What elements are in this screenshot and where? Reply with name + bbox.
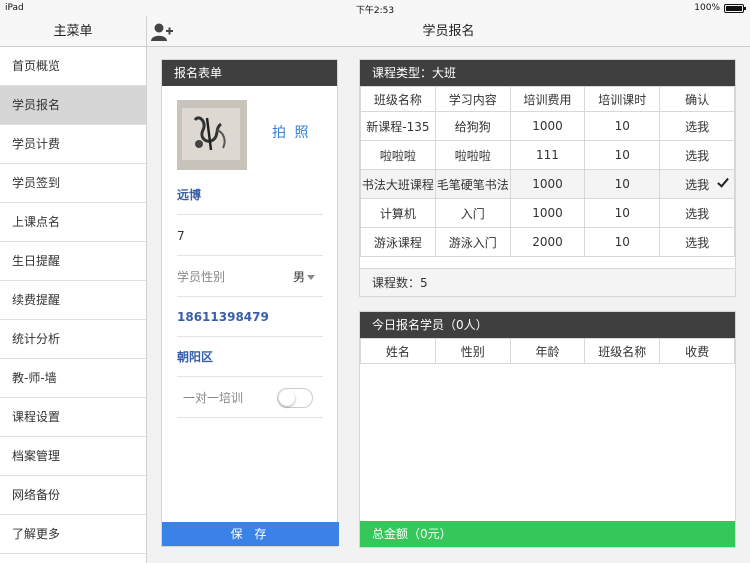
one-on-one-toggle[interactable] [277, 388, 313, 408]
form-header: 报名表单 [162, 60, 337, 86]
select-button[interactable]: 选我 [685, 178, 709, 192]
course-type-header: 课程类型：大班 [360, 60, 735, 86]
total-amount: 总金额（0元） [360, 521, 735, 547]
sidebar-item-birthday[interactable]: 生日提醒 [0, 242, 146, 281]
sidebar-item-rollcall[interactable]: 上课点名 [0, 203, 146, 242]
sidebar-item-teacher-wall[interactable]: 教-师-墙 [0, 359, 146, 398]
cell-fee: 1000 [509, 111, 586, 141]
cell-class-name: 计算机 [360, 198, 436, 228]
col-hours: 培训课时 [584, 86, 661, 112]
cell-hours: 10 [584, 111, 661, 141]
gender-value-wrap: 男 [293, 257, 315, 297]
battery-percent: 100% [694, 3, 720, 13]
gender-select[interactable]: 学员性别 男 [177, 257, 323, 297]
cell-hours: 10 [584, 227, 661, 257]
sidebar-item-billing[interactable]: 学员计费 [0, 125, 146, 164]
select-button[interactable]: 选我 [659, 227, 735, 257]
photo-image [177, 100, 247, 170]
col-class-name: 班级名称 [360, 86, 436, 112]
today-table: 姓名 性别 年龄 班级名称 收费 [360, 338, 735, 364]
col-class: 班级名称 [584, 338, 661, 364]
table-row[interactable]: 书法大班课程 毛笔硬笔书法 1000 10 选我 [360, 169, 735, 199]
sidebar-item-checkin[interactable]: 学员签到 [0, 164, 146, 203]
status-bar: iPad 下午2:53 100% [0, 0, 750, 16]
save-button[interactable]: 保 存 [162, 522, 339, 546]
one-on-one-label: 一对一培训 [183, 391, 244, 405]
table-row[interactable]: 新课程-135 给狗狗 1000 10 选我 [360, 111, 735, 141]
sidebar-item-stats[interactable]: 统计分析 [0, 320, 146, 359]
table-row[interactable]: 啦啦啦 啦啦啦 111 10 选我 [360, 140, 735, 170]
cell-fee: 2000 [509, 227, 586, 257]
sidebar-title: 主菜单 [0, 16, 146, 47]
cell-content: 给狗狗 [434, 111, 511, 141]
enroll-form: 报名表单 拍 照 远博 7 学员性别 男 18611398479 朝阳区 一对一… [161, 59, 339, 547]
col-charge: 收费 [659, 338, 735, 364]
sidebar-item-more[interactable]: 了解更多 [0, 515, 146, 554]
checkmark-icon [717, 175, 729, 188]
gender-label: 学员性别 [177, 270, 226, 284]
gender-value: 男 [292, 270, 305, 284]
select-button[interactable]: 选我 [659, 111, 735, 141]
take-photo-button[interactable]: 拍 照 [272, 122, 310, 142]
status-time: 下午2:53 [355, 6, 395, 16]
cell-class-name: 新课程-135 [360, 111, 436, 141]
table-row[interactable]: 游泳课程 游泳入门 2000 10 选我 [360, 227, 735, 257]
today-panel: 今日报名学员（0人） 姓名 性别 年龄 班级名称 收费 总金额（0元） [359, 311, 736, 548]
sidebar-item-enroll[interactable]: 学员报名 [0, 86, 146, 125]
sidebar-item-backup[interactable]: 网络备份 [0, 476, 146, 515]
name-field[interactable]: 远博 [177, 175, 323, 215]
sidebar-item-archive[interactable]: 档案管理 [0, 437, 146, 476]
today-header-row: 姓名 性别 年龄 班级名称 收费 [360, 338, 735, 364]
cell-hours: 10 [584, 140, 661, 170]
table-row[interactable]: 计算机 入门 1000 10 选我 [360, 198, 735, 228]
cell-content: 啦啦啦 [434, 140, 511, 170]
cell-hours: 10 [584, 198, 661, 228]
col-gender: 性别 [434, 338, 511, 364]
cell-fee: 1000 [509, 198, 586, 228]
one-on-one-row: 一对一培训 [177, 378, 323, 418]
course-count: 课程数：5 [360, 268, 735, 296]
page-title: 学员报名 [422, 24, 475, 39]
col-student-name: 姓名 [360, 338, 436, 364]
sidebar-item-course-settings[interactable]: 课程设置 [0, 398, 146, 437]
cell-fee: 1000 [509, 169, 586, 199]
phone-field[interactable]: 18611398479 [177, 297, 323, 337]
sidebar-item-renewal[interactable]: 续费提醒 [0, 281, 146, 320]
cell-content: 游泳入门 [434, 227, 511, 257]
cell-fee: 111 [509, 140, 586, 170]
sidebar-item-overview[interactable]: 首页概览 [0, 47, 146, 86]
today-header: 今日报名学员（0人） [360, 312, 735, 338]
status-right: 100% [694, 3, 746, 13]
col-confirm: 确认 [659, 86, 735, 112]
cell-class-name: 啦啦啦 [360, 140, 436, 170]
cell-class-name: 游泳课程 [360, 227, 436, 257]
course-table: 班级名称 学习内容 培训费用 培训课时 确认 新课程-135 给狗狗 1000 … [360, 86, 735, 257]
top-bar: 学员报名 [147, 16, 750, 47]
district-field[interactable]: 朝阳区 [177, 337, 323, 377]
select-button[interactable]: 选我 [659, 140, 735, 170]
course-panel: 课程类型：大班 班级名称 学习内容 培训费用 培训课时 确认 新课程-135 给… [359, 59, 736, 297]
col-fee: 培训费用 [509, 86, 586, 112]
cell-class-name: 书法大班课程 [360, 169, 436, 199]
col-content: 学习内容 [434, 86, 511, 112]
chevron-down-icon [307, 275, 315, 280]
select-cell-selected[interactable]: 选我 [659, 169, 735, 199]
cell-content: 入门 [434, 198, 511, 228]
student-photo[interactable] [177, 100, 247, 170]
sidebar: 主菜单 首页概览 学员报名 学员计费 学员签到 上课点名 生日提醒 续费提醒 统… [0, 16, 147, 563]
cell-hours: 10 [584, 169, 661, 199]
course-header-row: 班级名称 学习内容 培训费用 培训课时 确认 [360, 86, 735, 112]
age-field[interactable]: 7 [177, 216, 323, 256]
battery-icon [724, 3, 746, 13]
cell-content: 毛笔硬笔书法 [434, 169, 511, 199]
select-button[interactable]: 选我 [659, 198, 735, 228]
col-age: 年龄 [509, 338, 586, 364]
